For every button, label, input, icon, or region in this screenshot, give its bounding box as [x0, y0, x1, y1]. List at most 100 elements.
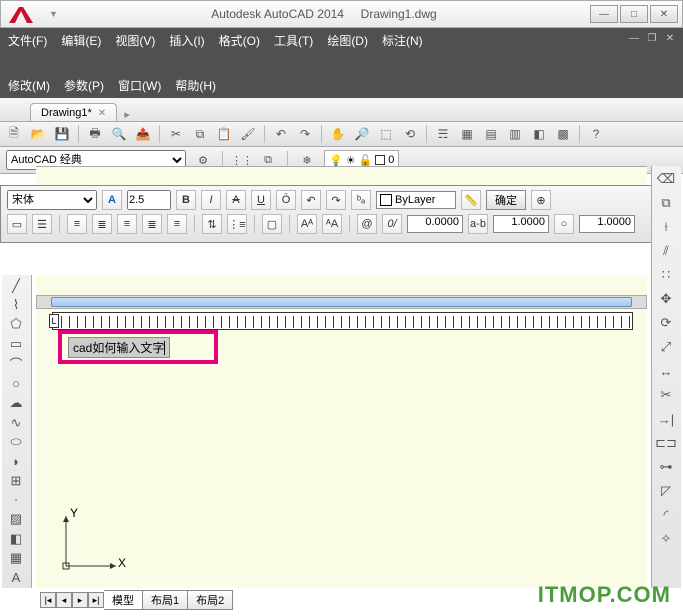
italic-button[interactable]: I [201, 190, 221, 210]
menu-insert[interactable]: 插入(I) [169, 32, 204, 49]
menu-help[interactable]: 帮助(H) [175, 77, 216, 94]
publish-icon[interactable]: 📤 [133, 124, 153, 144]
match-icon[interactable]: 🖌 [238, 124, 258, 144]
rotate-icon[interactable]: ⟳ [654, 312, 678, 334]
menu-dimension[interactable]: 标注(N) [382, 32, 423, 49]
minimize-button[interactable]: — [590, 5, 618, 23]
uppercase-button[interactable]: Aᴬ [297, 214, 317, 234]
stack-button[interactable]: ᵇₐ [351, 190, 371, 210]
options-button[interactable]: ⊕ [531, 190, 551, 210]
region-icon[interactable]: ◧ [4, 530, 28, 547]
text-color-combo[interactable]: ByLayer [376, 191, 456, 209]
rectangle-icon[interactable]: ▭ [4, 335, 28, 352]
move-icon[interactable]: ✥ [654, 288, 678, 310]
document-tab[interactable]: Drawing1* ✕ [30, 103, 117, 121]
mtext-input-field[interactable]: cad如何输入文字​ [68, 337, 170, 358]
tab-close-icon[interactable]: ✕ [98, 108, 106, 119]
bold-button[interactable]: B [176, 190, 196, 210]
array-icon[interactable]: ∷ [654, 264, 678, 286]
child-close-button[interactable]: ✕ [663, 32, 677, 44]
ok-button[interactable]: 确定 [486, 190, 526, 210]
ellipse-arc-icon[interactable]: ◗ [4, 453, 28, 470]
justify-button[interactable]: ☰ [32, 214, 52, 234]
print-icon[interactable]: 🖶 [85, 124, 105, 144]
polygon-icon[interactable]: ⬠ [4, 316, 28, 333]
table-icon[interactable]: ▦ [4, 549, 28, 566]
hatch-icon[interactable]: ▨ [4, 511, 28, 528]
menu-edit[interactable]: 编辑(E) [61, 32, 101, 49]
break-icon[interactable]: ⊏⊐ [654, 432, 678, 454]
cut-icon[interactable]: ✂ [166, 124, 186, 144]
width-factor-input[interactable]: 1.0000 [579, 215, 635, 233]
text-style-icon[interactable]: A [102, 190, 122, 210]
horizontal-scrollbar[interactable] [36, 295, 647, 309]
redo-icon[interactable]: ↷ [295, 124, 315, 144]
underline-button[interactable]: U [251, 190, 271, 210]
preview-icon[interactable]: 🔍 [109, 124, 129, 144]
mtext-icon[interactable]: A [4, 569, 28, 586]
polyline-icon[interactable]: ⌇ [4, 296, 28, 313]
menu-param[interactable]: 参数(P) [64, 77, 104, 94]
line-icon[interactable]: ╱ [4, 277, 28, 294]
scrollbar-thumb[interactable] [51, 297, 632, 307]
chamfer-icon[interactable]: ◸ [654, 480, 678, 502]
tracking-icon[interactable]: a-b [468, 214, 488, 234]
extend-icon[interactable]: →| [654, 408, 678, 430]
design-center-icon[interactable]: ▦ [457, 124, 477, 144]
widthfactor-icon[interactable]: ○ [554, 214, 574, 234]
symbol-button[interactable]: @ [357, 214, 377, 234]
arc-icon[interactable]: ⌒ [4, 354, 28, 373]
redo-fmt-button[interactable]: ↷ [326, 190, 346, 210]
menu-draw[interactable]: 绘图(D) [327, 32, 368, 49]
pan-icon[interactable]: ✋ [328, 124, 348, 144]
child-minimize-button[interactable]: — [627, 32, 641, 44]
oblique-angle-input[interactable]: 0.0000 [407, 215, 463, 233]
markup-icon[interactable]: ◧ [529, 124, 549, 144]
layout-first-button[interactable]: |◂ [40, 592, 56, 608]
menu-window[interactable]: 窗口(W) [118, 77, 161, 94]
layout-last-button[interactable]: ▸| [88, 592, 104, 608]
overline-button[interactable]: Ō [276, 190, 296, 210]
mirror-icon[interactable]: ⟊ [654, 216, 678, 238]
trim-icon[interactable]: ✂ [654, 384, 678, 406]
align-center-button[interactable]: ≣ [92, 214, 112, 234]
layout-next-button[interactable]: ▸ [72, 592, 88, 608]
sheet-set-icon[interactable]: ▥ [505, 124, 525, 144]
font-select[interactable]: 宋体 [7, 190, 97, 210]
menu-tools[interactable]: 工具(T) [274, 32, 313, 49]
zoom-icon[interactable]: 🔎 [352, 124, 372, 144]
zoom-prev-icon[interactable]: ⟲ [400, 124, 420, 144]
tab-layout2[interactable]: 布局2 [188, 590, 233, 610]
help-icon[interactable]: ? [586, 124, 606, 144]
save-icon[interactable]: 💾 [52, 124, 72, 144]
align-right-button[interactable]: ≡ [117, 214, 137, 234]
new-icon[interactable]: 🗎 [4, 124, 24, 144]
menu-modify[interactable]: 修改(M) [8, 77, 50, 94]
point-icon[interactable]: · [4, 491, 28, 508]
join-icon[interactable]: ⊶ [654, 456, 678, 478]
undo-icon[interactable]: ↶ [271, 124, 291, 144]
undo-fmt-button[interactable]: ↶ [301, 190, 321, 210]
erase-icon[interactable]: ⌫ [654, 168, 678, 190]
field-button[interactable]: ▢ [262, 214, 282, 234]
titlebar-arrow-icon[interactable]: ▼ [49, 9, 58, 19]
circle-icon[interactable]: ○ [4, 375, 28, 392]
maximize-button[interactable]: □ [620, 5, 648, 23]
close-button[interactable]: ✕ [650, 5, 678, 23]
offset-icon[interactable]: ⫽ [654, 240, 678, 262]
tracking-input[interactable]: 1.0000 [493, 215, 549, 233]
child-restore-button[interactable]: ❐ [645, 32, 659, 44]
copy-icon[interactable]: ⧉ [190, 124, 210, 144]
calc-icon[interactable]: ▩ [553, 124, 573, 144]
menu-format[interactable]: 格式(O) [219, 32, 260, 49]
block-icon[interactable]: ⊞ [4, 472, 28, 489]
stretch-icon[interactable]: ↔ [654, 360, 678, 382]
ellipse-icon[interactable]: ⬭ [4, 433, 28, 450]
scale-icon[interactable]: ⤢ [654, 336, 678, 358]
ruler-tab-icon[interactable]: L [49, 314, 59, 328]
menu-file[interactable]: 文件(F) [8, 32, 47, 49]
tab-layout1[interactable]: 布局1 [143, 590, 188, 610]
align-left-button[interactable]: ≡ [67, 214, 87, 234]
properties-icon[interactable]: ☴ [433, 124, 453, 144]
tool-palette-icon[interactable]: ▤ [481, 124, 501, 144]
